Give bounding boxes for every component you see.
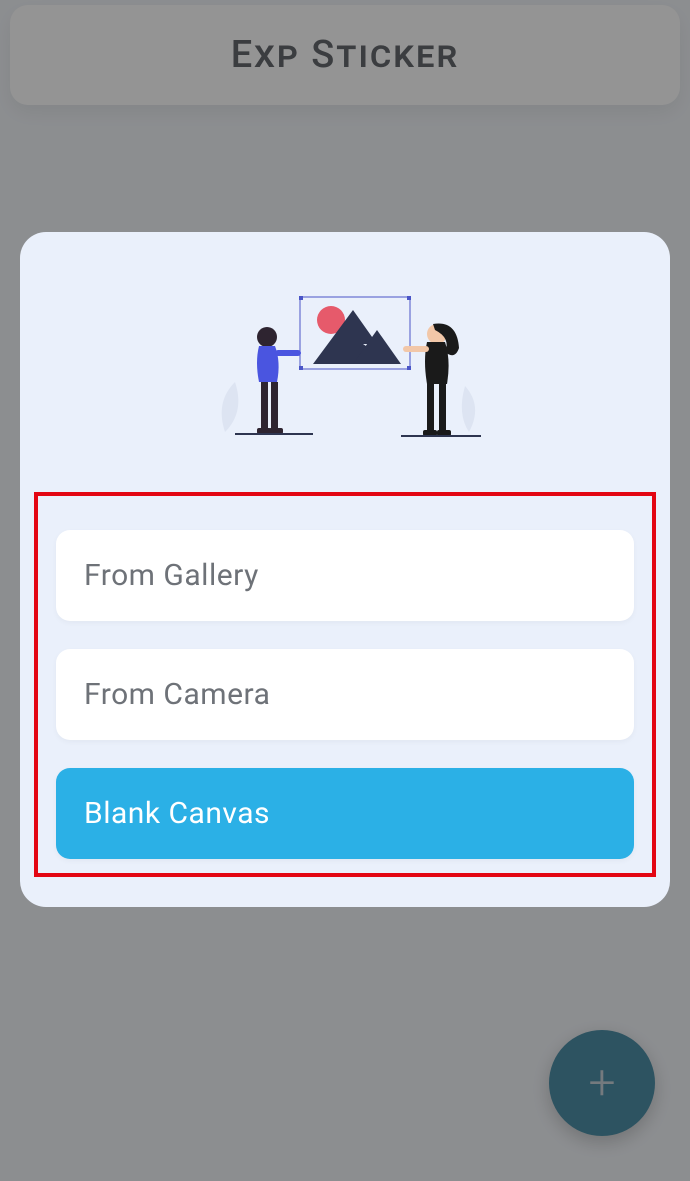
blank-canvas-button[interactable]: Blank Canvas	[56, 768, 634, 859]
source-picker-sheet: From Gallery From Camera Blank Canvas	[20, 232, 670, 907]
option-label: From Gallery	[84, 558, 259, 593]
illustration	[20, 232, 670, 492]
from-gallery-button[interactable]: From Gallery	[56, 530, 634, 621]
people-picture-illustration-icon	[205, 282, 485, 452]
option-label: Blank Canvas	[84, 796, 270, 831]
from-camera-button[interactable]: From Camera	[56, 649, 634, 740]
options-highlight-box: From Gallery From Camera Blank Canvas	[34, 492, 656, 877]
option-label: From Camera	[84, 677, 270, 712]
